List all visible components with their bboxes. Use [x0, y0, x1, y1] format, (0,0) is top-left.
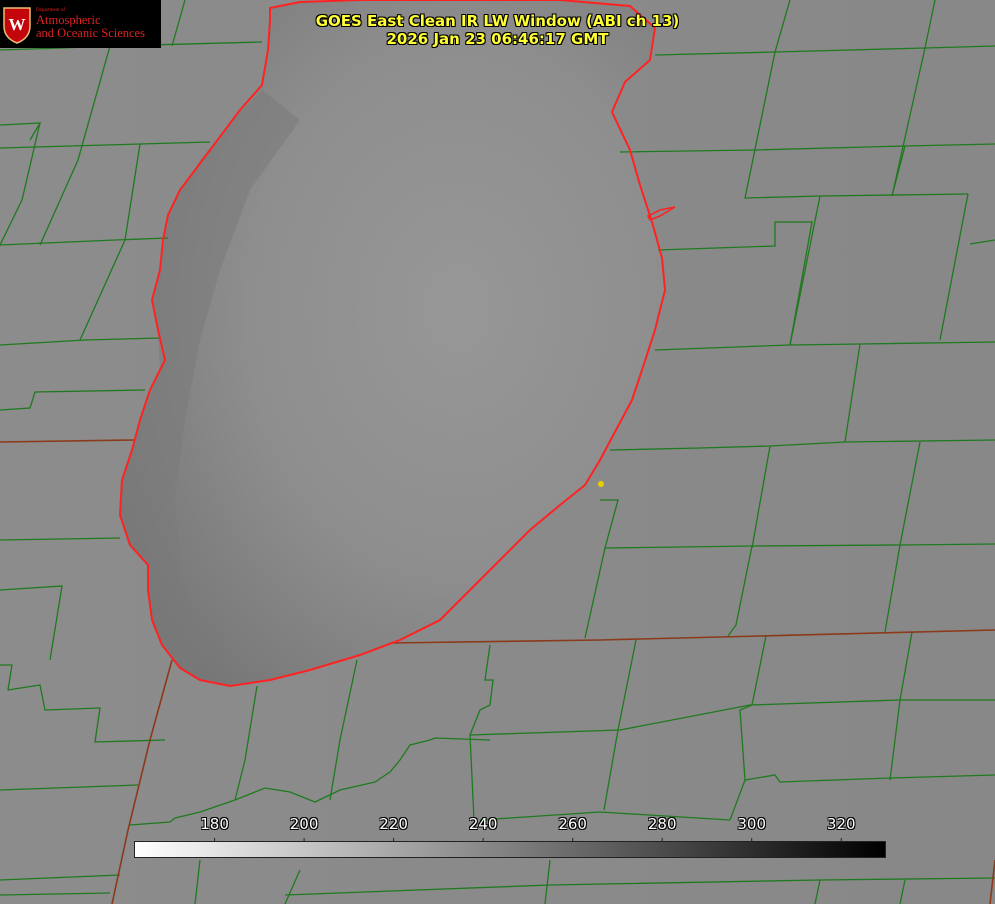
- colorbar-tick-label: 300: [737, 815, 767, 833]
- product-title: GOES East Clean IR LW Window (ABI ch 13): [315, 12, 680, 30]
- colorbar-tick-label: 280: [647, 815, 677, 833]
- colorbar-tick-label: 320: [826, 815, 856, 833]
- ir-imagery-map: [0, 0, 995, 904]
- timestamp-title: 2026 Jan 23 06:46:17 GMT: [386, 30, 609, 48]
- location-marker: [598, 481, 604, 487]
- colorbar-tick-label: 200: [289, 815, 319, 833]
- colorbar-tick-label: 220: [379, 815, 408, 833]
- colorbar-tick-label: 260: [558, 815, 587, 833]
- satellite-map-view[interactable]: W Department of Atmospheric and Oceanic …: [0, 0, 995, 904]
- colorbar-tick-label: 180: [200, 815, 229, 833]
- colorbar-gradient: [134, 841, 886, 858]
- colorbar-tick-label: 240: [468, 815, 498, 833]
